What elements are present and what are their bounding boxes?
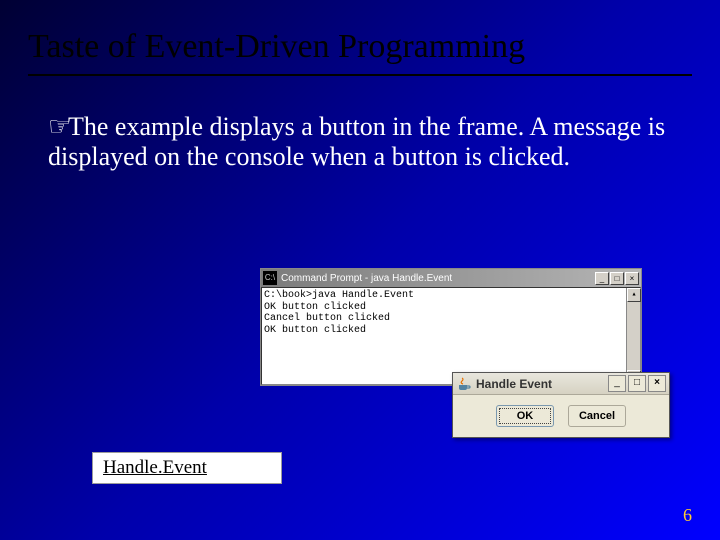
java-titlebar[interactable]: Handle Event _ □ ×	[453, 373, 669, 395]
ok-button[interactable]: OK	[496, 405, 554, 427]
scroll-up-icon[interactable]: ▴	[627, 288, 641, 302]
cmd-line: Cancel button clicked	[264, 313, 638, 325]
cmd-window-controls: _ □ ×	[595, 272, 639, 285]
cmd-titlebar[interactable]: C:\ Command Prompt - java Handle.Event _…	[261, 269, 641, 287]
minimize-button[interactable]: _	[595, 272, 609, 285]
body-paragraph: The example displays a button in the fra…	[48, 112, 665, 171]
cmd-output-area: C:\book>java Handle.Event OK button clic…	[261, 287, 641, 385]
cmd-icon: C:\	[263, 271, 277, 285]
command-prompt-window: C:\ Command Prompt - java Handle.Event _…	[260, 268, 642, 386]
close-button[interactable]: ×	[625, 272, 639, 285]
cancel-button[interactable]: Cancel	[568, 405, 626, 427]
java-window-controls: _ □ ×	[608, 375, 666, 392]
slide-title: Taste of Event-Driven Programming	[0, 0, 720, 74]
illustration-group: C:\ Command Prompt - java Handle.Event _…	[260, 268, 670, 386]
page-number: 6	[683, 505, 692, 526]
minimize-button[interactable]: _	[608, 375, 626, 392]
scrollbar[interactable]: ▴ ▾	[626, 288, 640, 384]
cmd-line: OK button clicked	[264, 302, 638, 314]
bullet-icon: ☞	[48, 112, 68, 142]
java-window-body: OK Cancel	[453, 395, 669, 437]
cmd-title-text: Command Prompt - java Handle.Event	[281, 273, 595, 284]
run-link-box: Handle.Event	[92, 452, 282, 484]
handle-event-link[interactable]: Handle.Event	[103, 457, 207, 479]
java-swing-window: Handle Event _ □ × OK Cancel	[452, 372, 670, 438]
slide-body: ☞The example displays a button in the fr…	[0, 76, 720, 172]
maximize-button[interactable]: □	[628, 375, 646, 392]
java-cup-icon	[456, 376, 472, 392]
java-title-text: Handle Event	[476, 377, 608, 391]
cmd-line: C:\book>java Handle.Event	[264, 290, 638, 302]
maximize-button[interactable]: □	[610, 272, 624, 285]
cmd-line: OK button clicked	[264, 325, 638, 337]
close-button[interactable]: ×	[648, 375, 666, 392]
